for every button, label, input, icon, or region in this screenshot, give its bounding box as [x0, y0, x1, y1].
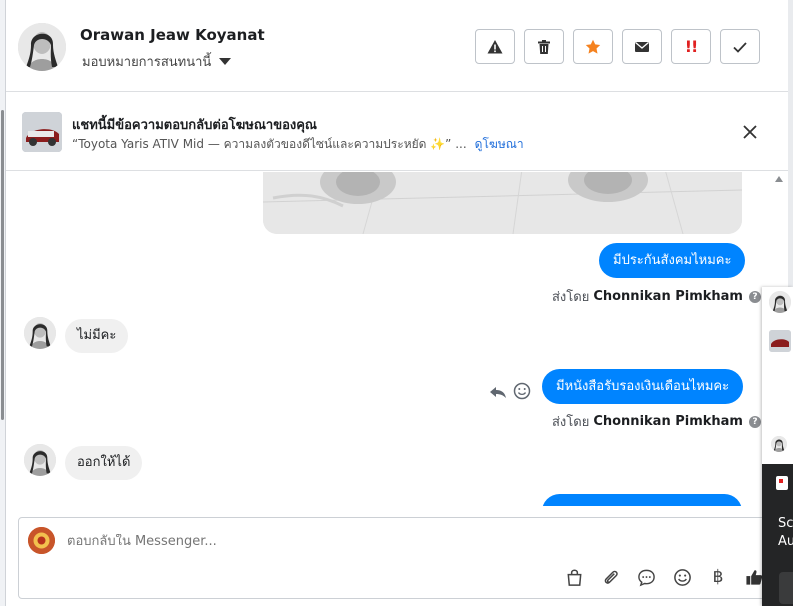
- baht-icon: ฿: [712, 567, 724, 587]
- envelope-icon: [635, 41, 649, 52]
- contact-avatar-small[interactable]: [24, 444, 56, 476]
- check-icon: [733, 41, 747, 53]
- shopping-bag-icon: [566, 569, 582, 586]
- done-button[interactable]: [720, 29, 760, 64]
- chat-head-avatar-small[interactable]: [771, 436, 787, 452]
- message-input[interactable]: [67, 534, 667, 549]
- ad-banner-description: “Toyota Yaris ATIV Mid — ความลงตัวของดีไ…: [72, 135, 524, 154]
- notification-popup[interactable]: Sc Au: [762, 464, 793, 606]
- document-icon: [776, 476, 788, 490]
- delete-button[interactable]: [524, 29, 564, 64]
- follow-up-button[interactable]: !!: [671, 29, 711, 64]
- contact-avatar[interactable]: [18, 23, 66, 71]
- reply-icon[interactable]: [489, 383, 507, 401]
- outgoing-message-partial[interactable]: [542, 494, 742, 506]
- react-emoji-icon[interactable]: [513, 382, 531, 400]
- chat-head-thumbnail[interactable]: [769, 330, 791, 352]
- saved-reply-button[interactable]: [636, 567, 656, 587]
- emoji-icon: [673, 568, 691, 586]
- header-actions: !!: [475, 29, 760, 64]
- page-avatar: [28, 527, 55, 554]
- composer-tools: ฿: [564, 567, 764, 587]
- popup-button[interactable]: [779, 572, 793, 604]
- sent-by-prefix: ส่งโดย: [552, 290, 590, 305]
- sender-name: Chonnikan Pimkham: [593, 414, 743, 429]
- assign-label: มอบหมายการสนทนานี้: [82, 55, 212, 70]
- paperclip-icon: [604, 570, 618, 584]
- scroll-thumb[interactable]: [1, 110, 4, 420]
- mark-unread-button[interactable]: [622, 29, 662, 64]
- ad-description-text: “Toyota Yaris ATIV Mid — ความลงตัวของดีไ…: [72, 137, 467, 151]
- chat-heads-strip: Sc Au: [762, 287, 793, 606]
- sender-name: Chonnikan Pimkham: [593, 289, 743, 304]
- like-button[interactable]: [744, 567, 764, 587]
- contact-avatar-small[interactable]: [24, 317, 56, 349]
- ad-thumbnail[interactable]: [22, 112, 62, 152]
- scroll-up-arrow-icon[interactable]: [775, 176, 783, 182]
- report-button[interactable]: [475, 29, 515, 64]
- emoji-button[interactable]: [672, 567, 692, 587]
- double-exclamation-icon: !!: [684, 37, 699, 56]
- chat-head-avatar[interactable]: [769, 291, 791, 313]
- sent-by-prefix: ส่งโดย: [552, 415, 590, 430]
- incoming-message[interactable]: ไม่มีคะ: [65, 319, 129, 353]
- ad-banner-title: แชทนี้มีข้อความตอบกลับต่อโฆษณาของคุณ: [72, 118, 317, 133]
- outgoing-message[interactable]: มีประกันสังคมไหมคะ: [599, 243, 746, 278]
- saved-reply-icon: [637, 569, 655, 586]
- sent-by-label: ส่งโดย Chonnikan Pimkham ?: [552, 286, 761, 307]
- assign-conversation-dropdown[interactable]: มอบหมายการสนทนานี้: [82, 51, 232, 72]
- conversation-panel: Orawan Jeaw Koyanat มอบหมายการสนทนานี้ !…: [6, 0, 788, 606]
- star-icon: [585, 39, 601, 54]
- caret-down-icon: [219, 58, 232, 65]
- payment-button[interactable]: ฿: [708, 567, 728, 587]
- trash-icon: [538, 39, 550, 54]
- image-attachment[interactable]: [263, 172, 742, 234]
- view-ad-link[interactable]: ดูโฆษณา: [475, 137, 524, 151]
- thumbs-up-icon: [745, 569, 762, 585]
- outgoing-message[interactable]: มีหนังสือรับรองเงินเดือนไหมคะ: [542, 369, 744, 404]
- message-thread: มีประกันสังคมไหมคะ ส่งโดย Chonnikan Pimk…: [6, 172, 776, 506]
- warning-icon: [487, 39, 503, 53]
- attach-button[interactable]: [600, 567, 620, 587]
- incoming-message[interactable]: ออกให้ได้: [65, 446, 143, 480]
- contact-name: Orawan Jeaw Koyanat: [80, 26, 265, 44]
- reply-composer: ฿: [18, 517, 778, 599]
- conversation-header: Orawan Jeaw Koyanat มอบหมายการสนทนานี้ !…: [6, 0, 788, 92]
- popup-line-2: Au: [778, 534, 793, 549]
- star-button[interactable]: [573, 29, 613, 64]
- close-icon[interactable]: [741, 123, 759, 141]
- help-icon[interactable]: ?: [748, 415, 761, 428]
- shopping-bag-button[interactable]: [564, 567, 584, 587]
- sent-by-label: ส่งโดย Chonnikan Pimkham ?: [552, 411, 761, 432]
- ad-reply-banner: แชทนี้มีข้อความตอบกลับต่อโฆษณาของคุณ “To…: [6, 93, 788, 171]
- help-icon[interactable]: ?: [748, 290, 761, 303]
- popup-line-1: Sc: [778, 516, 793, 531]
